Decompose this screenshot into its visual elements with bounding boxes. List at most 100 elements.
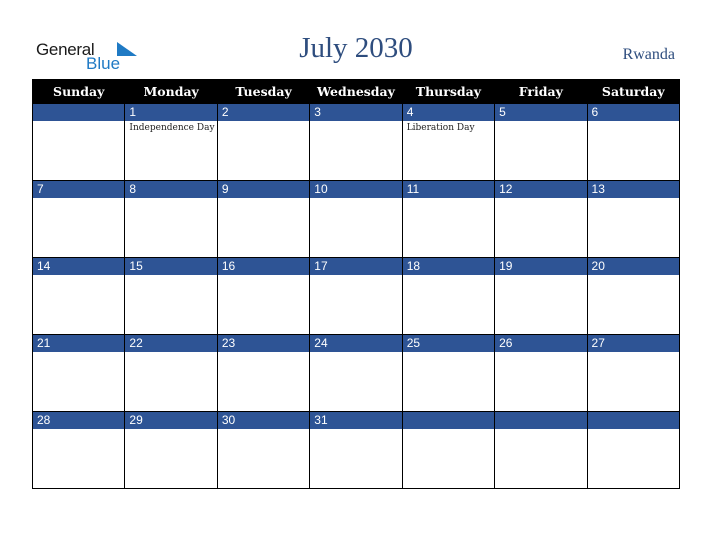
day-number: 15: [125, 258, 217, 275]
holiday-label: [403, 275, 494, 277]
day-cell[interactable]: 6: [586, 103, 681, 181]
day-cell[interactable]: 18: [401, 257, 496, 335]
day-number: 14: [33, 258, 125, 275]
holiday-label: [403, 198, 494, 200]
holiday-label: [403, 429, 494, 431]
day-number: [402, 412, 495, 429]
day-cell[interactable]: 8: [124, 180, 218, 258]
day-cell[interactable]: 4 Liberation Day: [401, 103, 496, 181]
day-number: 28: [33, 412, 125, 429]
day-cell[interactable]: 30: [216, 411, 311, 489]
calendar-grid: Sunday Monday Tuesday Wednesday Thursday…: [31, 79, 681, 489]
day-cell[interactable]: 31: [309, 411, 403, 489]
day-cell[interactable]: 5: [494, 103, 588, 181]
day-cell[interactable]: [31, 103, 126, 181]
day-cell[interactable]: 14: [31, 257, 126, 335]
weekday-header-row: Sunday Monday Tuesday Wednesday Thursday…: [31, 79, 680, 104]
day-number: 23: [217, 335, 310, 352]
day-number: 1: [125, 104, 217, 121]
day-number: 13: [587, 181, 679, 198]
day-cell[interactable]: [586, 411, 681, 489]
day-number: 5: [495, 104, 587, 121]
weekday-header: Thursday: [401, 79, 495, 104]
day-cell[interactable]: 29: [124, 411, 218, 489]
day-number: 30: [217, 412, 310, 429]
day-cell[interactable]: 16: [216, 257, 311, 335]
holiday-label: [125, 275, 216, 277]
day-cell[interactable]: 13: [586, 180, 681, 258]
week-row: 14 15 16 17 18 19 20: [31, 257, 681, 335]
day-cell[interactable]: 26: [494, 334, 588, 412]
day-cell[interactable]: 24: [309, 334, 403, 412]
holiday-label: [588, 198, 679, 200]
holiday-label: [33, 275, 124, 277]
holiday-label: [218, 429, 309, 431]
day-number: 18: [402, 258, 495, 275]
holiday-label: Independence Day: [129, 123, 215, 133]
day-number: 10: [310, 181, 402, 198]
day-cell[interactable]: 2: [216, 103, 311, 181]
holiday-label: [310, 198, 401, 200]
day-number: [495, 412, 587, 429]
day-cell[interactable]: 9: [216, 180, 311, 258]
day-cell[interactable]: 12: [494, 180, 588, 258]
day-number: 6: [587, 104, 679, 121]
day-number: 20: [587, 258, 679, 275]
weekday-header: Saturday: [586, 79, 680, 104]
holiday-label: [33, 198, 124, 200]
day-cell[interactable]: 3: [309, 103, 403, 181]
day-cell[interactable]: 23: [216, 334, 311, 412]
day-cell[interactable]: [494, 411, 588, 489]
day-cell[interactable]: 17: [309, 257, 403, 335]
holiday-label: [588, 275, 679, 277]
day-cell[interactable]: 11: [401, 180, 496, 258]
holiday-label: [495, 121, 586, 123]
day-cell[interactable]: 7: [31, 180, 126, 258]
holiday-label: [495, 429, 586, 431]
day-number: 27: [587, 335, 679, 352]
holiday-label: [218, 121, 309, 123]
holiday-label: [125, 198, 216, 200]
day-cell[interactable]: 22: [124, 334, 218, 412]
holiday-label: [125, 429, 216, 431]
day-number: 16: [217, 258, 310, 275]
day-number: 12: [495, 181, 587, 198]
day-number: 17: [310, 258, 402, 275]
holiday-label: [33, 121, 124, 123]
day-cell[interactable]: 21: [31, 334, 126, 412]
day-number: [33, 104, 125, 121]
week-row: 1 Independence Day 2 3 4 Liberation Day 5 6: [31, 103, 681, 181]
country-label: Rwanda: [622, 46, 675, 63]
holiday-label: [33, 429, 124, 431]
day-cell[interactable]: 1 Independence Day: [124, 103, 218, 181]
holiday-label: [495, 275, 586, 277]
day-number: 21: [33, 335, 125, 352]
holiday-label: [310, 121, 401, 123]
day-cell[interactable]: 28: [31, 411, 126, 489]
holiday-label: [588, 352, 679, 354]
day-cell[interactable]: 19: [494, 257, 588, 335]
day-number: 22: [125, 335, 217, 352]
day-cell[interactable]: 15: [124, 257, 218, 335]
holiday-label: [218, 275, 309, 277]
day-number: 25: [402, 335, 495, 352]
weekday-header: Friday: [494, 79, 588, 104]
day-cell[interactable]: 25: [401, 334, 496, 412]
day-number: 19: [495, 258, 587, 275]
weekday-header: Monday: [124, 79, 218, 104]
day-number: 7: [33, 181, 125, 198]
day-number: 11: [402, 181, 495, 198]
day-cell[interactable]: 10: [309, 180, 403, 258]
weekday-header: Sunday: [31, 79, 125, 104]
holiday-label: [310, 352, 401, 354]
holiday-label: [495, 198, 586, 200]
week-row: 21 22 23 24 25 26 27: [31, 334, 681, 412]
day-number: 4: [402, 104, 495, 121]
weekday-header: Tuesday: [216, 79, 310, 104]
day-cell[interactable]: 27: [586, 334, 681, 412]
week-row: 7 8 9 10 11 12 13: [31, 180, 681, 258]
holiday-label: [310, 275, 401, 277]
holiday-label: [588, 429, 679, 431]
day-cell[interactable]: [401, 411, 496, 489]
day-cell[interactable]: 20: [586, 257, 681, 335]
